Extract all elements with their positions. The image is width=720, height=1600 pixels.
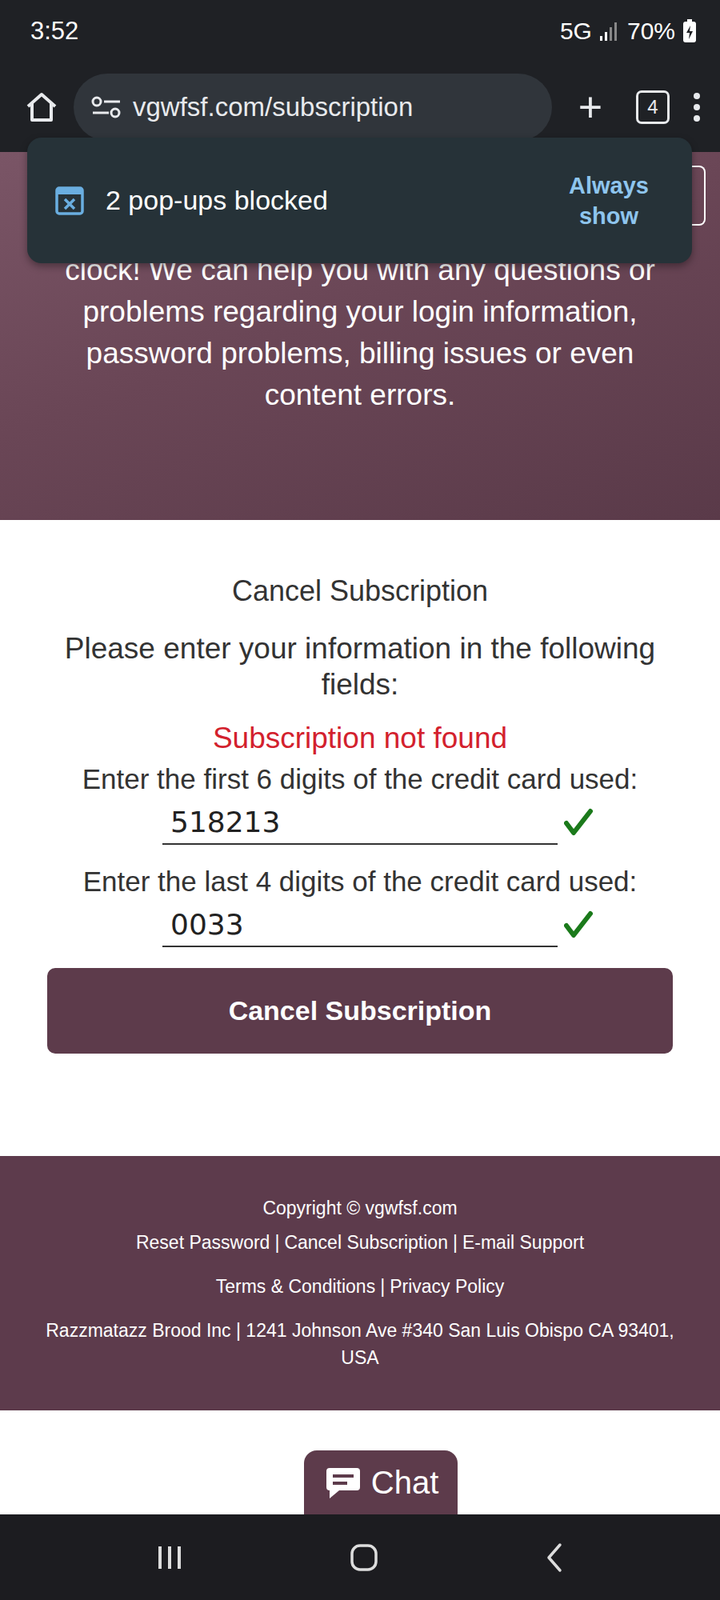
home-nav-button[interactable]	[348, 1541, 380, 1574]
error-message: Subscription not found	[212, 721, 508, 756]
home-nav-icon[interactable]	[348, 1541, 380, 1574]
chat-label[interactable]: Chat	[371, 1464, 440, 1501]
site-footer: Copyright © vgwfsf.comReset Password|Can…	[0, 1156, 720, 1411]
status-bar: 3:52 5G 70%	[0, 0, 720, 62]
form-instructions: Please enter your information in the fol…	[32, 630, 688, 703]
tab-count[interactable]: 4	[636, 90, 670, 124]
hero-text: clock! We can help you with any question…	[56, 249, 664, 416]
footer-link[interactable]: Cancel Subscription	[284, 1232, 448, 1253]
field-label: Enter the last 4 digits of the credit ca…	[83, 865, 638, 898]
more-icon[interactable]	[691, 91, 703, 124]
header-button-edge[interactable]	[689, 165, 706, 226]
company-address: Razzmatazz Brood Inc | 1241 Johnson Ave …	[0, 1316, 720, 1372]
form-title: Cancel Subscription	[232, 574, 488, 608]
tabs-button[interactable]: 4	[628, 90, 677, 124]
home-icon[interactable]	[24, 89, 60, 125]
network-type: 5G	[560, 17, 592, 45]
address-bar[interactable]: vgwfsf.com/subscription	[73, 73, 552, 141]
signal-icon	[598, 20, 621, 43]
recents-button[interactable]	[153, 1543, 186, 1572]
cancel-subscription-button[interactable]: Cancel Subscription	[47, 968, 673, 1054]
footer-links: Reset Password|Cancel Subscription|E-mai…	[136, 1232, 584, 1254]
card-digits-input[interactable]: 518213	[162, 800, 558, 845]
toast-message: 2 pop-ups blocked	[105, 184, 532, 216]
field-row: 0033	[162, 902, 593, 948]
input-value[interactable]: 518213	[170, 805, 280, 839]
status-icons: 5G 70%	[560, 17, 698, 45]
system-nav-bar	[0, 1514, 720, 1600]
footer-link[interactable]: E-mail Support	[462, 1232, 584, 1253]
footer-link[interactable]: Terms & Conditions	[216, 1276, 376, 1297]
input-value[interactable]: 0033	[170, 908, 244, 941]
valid-check-icon	[564, 910, 593, 940]
cancel-form: Cancel Subscription Please enter your inf…	[0, 520, 720, 1156]
recents-icon[interactable]	[153, 1543, 186, 1572]
site-settings-icon[interactable]	[91, 95, 122, 120]
chat-button[interactable]: Chat	[304, 1450, 459, 1515]
url-text[interactable]: vgwfsf.com/subscription	[132, 92, 413, 123]
footer-link[interactable]: Reset Password	[136, 1232, 270, 1253]
popup-blocked-icon	[54, 185, 85, 216]
back-button[interactable]	[542, 1541, 567, 1574]
footer-link[interactable]: Privacy Policy	[389, 1276, 504, 1297]
menu-button[interactable]	[691, 91, 703, 124]
chat-icon[interactable]	[324, 1464, 362, 1500]
battery-icon	[681, 18, 698, 44]
separator: |	[452, 1232, 458, 1253]
popup-blocked-toast: 2 pop-ups blocked Always show	[27, 137, 692, 264]
battery-level: 70%	[627, 17, 676, 45]
copyright: Copyright © vgwfsf.com	[262, 1197, 457, 1220]
field-label: Enter the first 6 digits of the credit c…	[82, 763, 639, 796]
field-row: 518213	[162, 800, 593, 845]
always-show-button[interactable]: Always show	[552, 170, 665, 232]
separator: |	[380, 1276, 385, 1297]
home-button[interactable]	[24, 89, 60, 125]
separator: |	[274, 1232, 280, 1253]
back-icon[interactable]	[542, 1541, 567, 1574]
valid-check-icon	[564, 808, 593, 837]
new-tab-button[interactable]: +	[566, 83, 615, 132]
card-digits-input[interactable]: 0033	[162, 902, 558, 948]
clock: 3:52	[30, 16, 79, 46]
chat-area: Chat	[0, 1410, 720, 1515]
footer-links: Terms & Conditions|Privacy Policy	[216, 1276, 505, 1298]
